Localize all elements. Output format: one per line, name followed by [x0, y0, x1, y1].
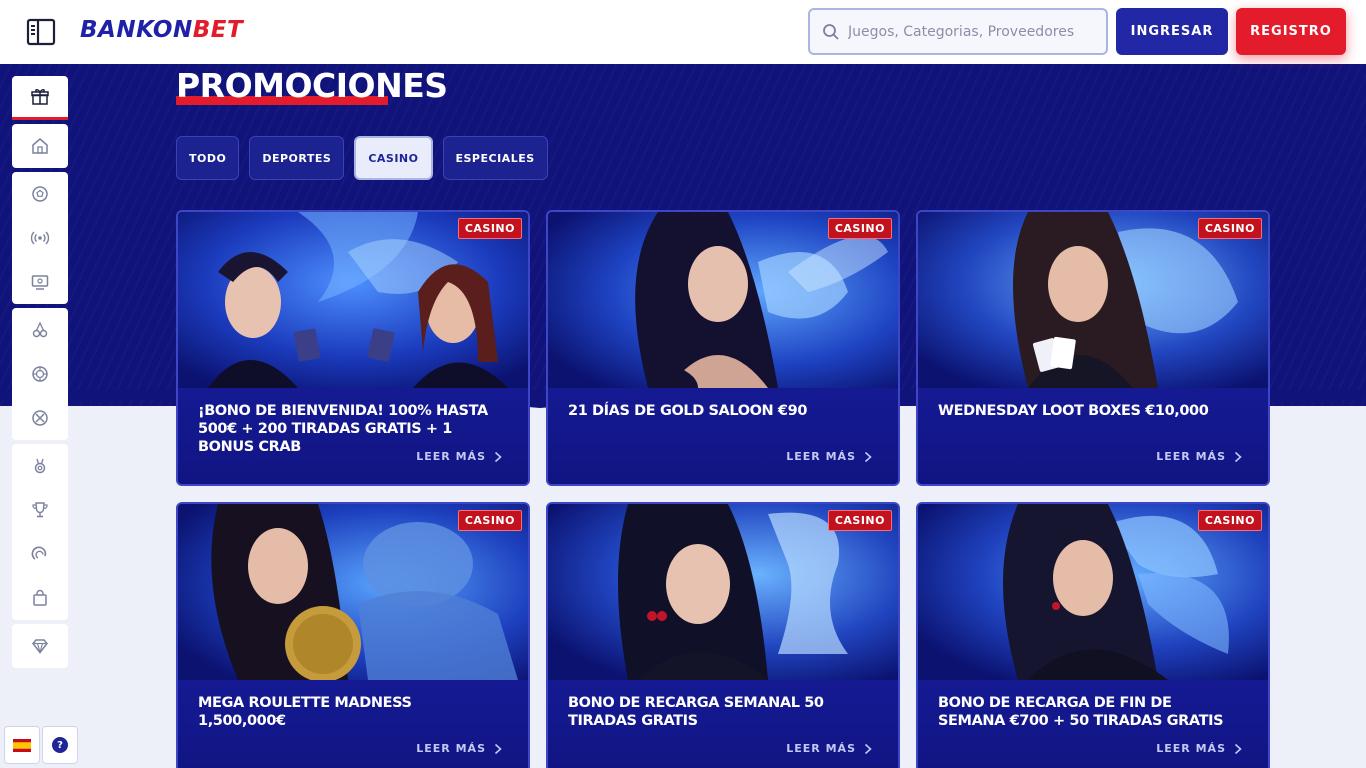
- read-more-label: LEER MÁS: [786, 450, 856, 463]
- monitor-icon: [31, 275, 49, 290]
- category-badge: CASINO: [1197, 218, 1262, 239]
- promo-card[interactable]: CASINO ¡BONO DE BIENVENIDA! 100% HASTA 5…: [176, 210, 530, 486]
- promo-card[interactable]: CASINO BONO DE RECARGA SEMANAL 50 TIRADA…: [546, 502, 900, 768]
- brand-logo[interactable]: BANKONBET: [80, 17, 243, 43]
- filter-tab-casino[interactable]: CASINO: [354, 136, 433, 180]
- read-more-label: LEER MÁS: [1156, 742, 1226, 755]
- cherries-icon: [32, 321, 48, 338]
- chevron-right-icon: [864, 743, 872, 754]
- category-badge: CASINO: [457, 218, 522, 239]
- promo-card[interactable]: CASINO BONO DE RECARGA DE FIN DE SEMANA …: [916, 502, 1270, 768]
- sidebar-item-rewards[interactable]: [12, 444, 68, 488]
- register-button[interactable]: REGISTRO: [1236, 8, 1346, 55]
- gift-icon: [31, 88, 49, 105]
- promo-card-body: BONO DE RECARGA SEMANAL 50 TIRADAS GRATI…: [548, 680, 898, 768]
- chevron-right-icon: [494, 743, 502, 754]
- read-more-link[interactable]: LEER MÁS: [416, 450, 502, 463]
- sidebar-item-live-casino[interactable]: [12, 396, 68, 440]
- sidebar-item-tournaments[interactable]: [12, 488, 68, 532]
- read-more-label: LEER MÁS: [416, 450, 486, 463]
- sidebar-group-home: [12, 124, 68, 168]
- top-header: BANKONBET INGRESAR REGISTRO: [0, 0, 1366, 64]
- promo-card[interactable]: CASINO MEGA ROULETTE MADNESS 1,500,000€ …: [176, 502, 530, 768]
- sidebar-group-sports: [12, 172, 68, 304]
- diamond-icon: [32, 639, 48, 654]
- logo-text-part2: BET: [192, 17, 244, 43]
- sidebar-item-home[interactable]: [12, 124, 68, 168]
- chevron-right-icon: [494, 451, 502, 462]
- sidebar-item-racing[interactable]: [12, 532, 68, 576]
- promo-title: MEGA ROULETTE MADNESS 1,500,000€: [198, 695, 412, 729]
- search-box[interactable]: [808, 8, 1108, 55]
- read-more-link[interactable]: LEER MÁS: [416, 742, 502, 755]
- soccer-ball-icon: [32, 186, 48, 202]
- promo-title: ¡BONO DE BIENVENIDA! 100% HASTA 500€ + 2…: [198, 403, 488, 455]
- promo-card-body: 21 DÍAS DE GOLD SALOON €90 LEER MÁS: [548, 388, 898, 484]
- sidebar-item-slots[interactable]: [12, 308, 68, 352]
- shopping-bag-icon: [33, 589, 47, 606]
- language-selector[interactable]: [4, 726, 40, 764]
- promo-title: WEDNESDAY LOOT BOXES €10,000: [938, 403, 1209, 419]
- read-more-link[interactable]: LEER MÁS: [1156, 742, 1242, 755]
- filter-tabs: TODO DEPORTES CASINO ESPECIALES: [176, 136, 548, 180]
- sidebar-item-vip[interactable]: [12, 624, 68, 668]
- login-button[interactable]: INGRESAR: [1116, 8, 1228, 55]
- casino-chip-icon: [32, 410, 48, 426]
- horseshoe-icon: [31, 546, 47, 560]
- sidebar-item-shop[interactable]: [12, 576, 68, 620]
- sidebar-toggle-icon[interactable]: [26, 18, 56, 46]
- promo-card-body: WEDNESDAY LOOT BOXES €10,000 LEER MÁS: [918, 388, 1268, 484]
- roulette-icon: [32, 366, 48, 382]
- page-title: PROMOCIONES: [176, 66, 448, 105]
- read-more-link[interactable]: LEER MÁS: [1156, 450, 1242, 463]
- read-more-label: LEER MÁS: [786, 742, 856, 755]
- spain-flag-icon: [13, 738, 31, 752]
- filter-tab-sports[interactable]: DEPORTES: [249, 136, 345, 180]
- promo-title: 21 DÍAS DE GOLD SALOON €90: [568, 403, 808, 419]
- promo-card[interactable]: CASINO WEDNESDAY LOOT BOXES €10,000 LEER…: [916, 210, 1270, 486]
- live-broadcast-icon: [30, 231, 50, 245]
- read-more-link[interactable]: LEER MÁS: [786, 742, 872, 755]
- promo-card-body: BONO DE RECARGA DE FIN DE SEMANA €700 + …: [918, 680, 1268, 768]
- search-icon: [823, 23, 839, 40]
- promo-card-body: MEGA ROULETTE MADNESS 1,500,000€ LEER MÁ…: [178, 680, 528, 768]
- chevron-right-icon: [1234, 451, 1242, 462]
- filter-tab-all[interactable]: TODO: [176, 136, 240, 180]
- sidebar-group-promotions: [12, 76, 68, 120]
- sidebar-item-virtual[interactable]: [12, 260, 68, 304]
- promo-title: BONO DE RECARGA DE FIN DE SEMANA €700 + …: [938, 695, 1224, 729]
- chevron-right-icon: [864, 451, 872, 462]
- chevron-right-icon: [1234, 743, 1242, 754]
- logo-text-part1: BANKON: [80, 17, 193, 43]
- sidebar-item-promotions[interactable]: [12, 76, 68, 120]
- read-more-label: LEER MÁS: [1156, 450, 1226, 463]
- category-badge: CASINO: [827, 218, 892, 239]
- category-badge: CASINO: [827, 510, 892, 531]
- help-icon: ?: [52, 737, 68, 753]
- category-badge: CASINO: [457, 510, 522, 531]
- medal-icon: [34, 458, 46, 474]
- sidebar-item-live[interactable]: [12, 216, 68, 260]
- sidebar-group-vip: [12, 624, 68, 668]
- read-more-label: LEER MÁS: [416, 742, 486, 755]
- help-button[interactable]: ?: [42, 726, 78, 764]
- promo-card[interactable]: CASINO 21 DÍAS DE GOLD SALOON €90 LEER M…: [546, 210, 900, 486]
- category-badge: CASINO: [1197, 510, 1262, 531]
- sidebar-group-casino: [12, 308, 68, 440]
- home-icon: [32, 138, 48, 154]
- trophy-icon: [32, 502, 48, 518]
- read-more-link[interactable]: LEER MÁS: [786, 450, 872, 463]
- search-input[interactable]: [848, 23, 1098, 40]
- promo-card-body: ¡BONO DE BIENVENIDA! 100% HASTA 500€ + 2…: [178, 388, 528, 484]
- sidebar-item-roulette[interactable]: [12, 352, 68, 396]
- sidebar-group-extras: [12, 444, 68, 620]
- sidebar-item-sports[interactable]: [12, 172, 68, 216]
- promo-title: BONO DE RECARGA SEMANAL 50 TIRADAS GRATI…: [568, 695, 824, 729]
- filter-tab-specials[interactable]: ESPECIALES: [442, 136, 548, 180]
